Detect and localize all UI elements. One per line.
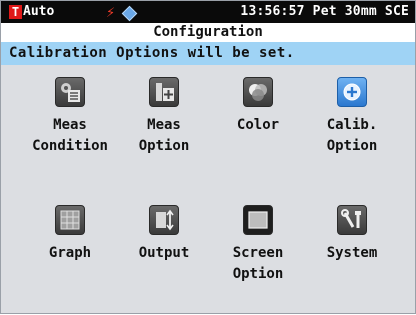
menu-item-screen-option[interactable]: Screen Option — [208, 205, 308, 285]
color-icon — [243, 77, 273, 107]
config-menu: Meas Condition Meas Option Color Calib. … — [1, 65, 415, 315]
menu-label: System — [326, 245, 378, 261]
connection-icon — [121, 5, 138, 22]
meas-option-icon — [149, 77, 179, 107]
target-badge-icon: T — [9, 5, 22, 19]
status-bar: T Auto ⚡ 13:56:57 Pet 30mm SCE — [1, 1, 415, 23]
menu-item-meas-condition[interactable]: Meas Condition — [20, 77, 120, 157]
menu-label: Calib. Option — [326, 117, 378, 154]
menu-item-output[interactable]: Output — [114, 205, 214, 264]
output-icon — [149, 205, 179, 235]
menu-item-color[interactable]: Color — [208, 77, 308, 136]
menu-item-meas-option[interactable]: Meas Option — [114, 77, 214, 157]
graph-icon — [55, 205, 85, 235]
device-screen: T Auto ⚡ 13:56:57 Pet 30mm SCE Configura… — [0, 0, 416, 314]
page-title: Configuration — [1, 23, 415, 42]
menu-label: Graph — [48, 245, 92, 261]
status-right: 13:56:57 Pet 30mm SCE — [240, 1, 409, 23]
screen-option-icon — [243, 205, 273, 235]
menu-label: Color — [236, 117, 280, 133]
target-info: Pet 30mm SCE — [312, 4, 409, 19]
info-message: Calibration Options will be set. — [1, 42, 415, 65]
calib-option-icon — [337, 77, 367, 107]
menu-item-calib-option[interactable]: Calib. Option — [302, 77, 402, 157]
clock-time: 13:56:57 — [240, 4, 305, 19]
menu-item-graph[interactable]: Graph — [20, 205, 120, 264]
power-bolt-icon: ⚡ — [106, 3, 116, 21]
menu-label: Meas Option — [138, 117, 190, 154]
menu-label: Meas Condition — [32, 117, 108, 154]
system-icon — [337, 205, 367, 235]
meas-condition-icon — [55, 77, 85, 107]
menu-item-system[interactable]: System — [302, 205, 402, 264]
mode-label: Auto — [23, 4, 55, 19]
menu-label: Output — [138, 245, 190, 261]
menu-label: Screen Option — [232, 245, 284, 282]
